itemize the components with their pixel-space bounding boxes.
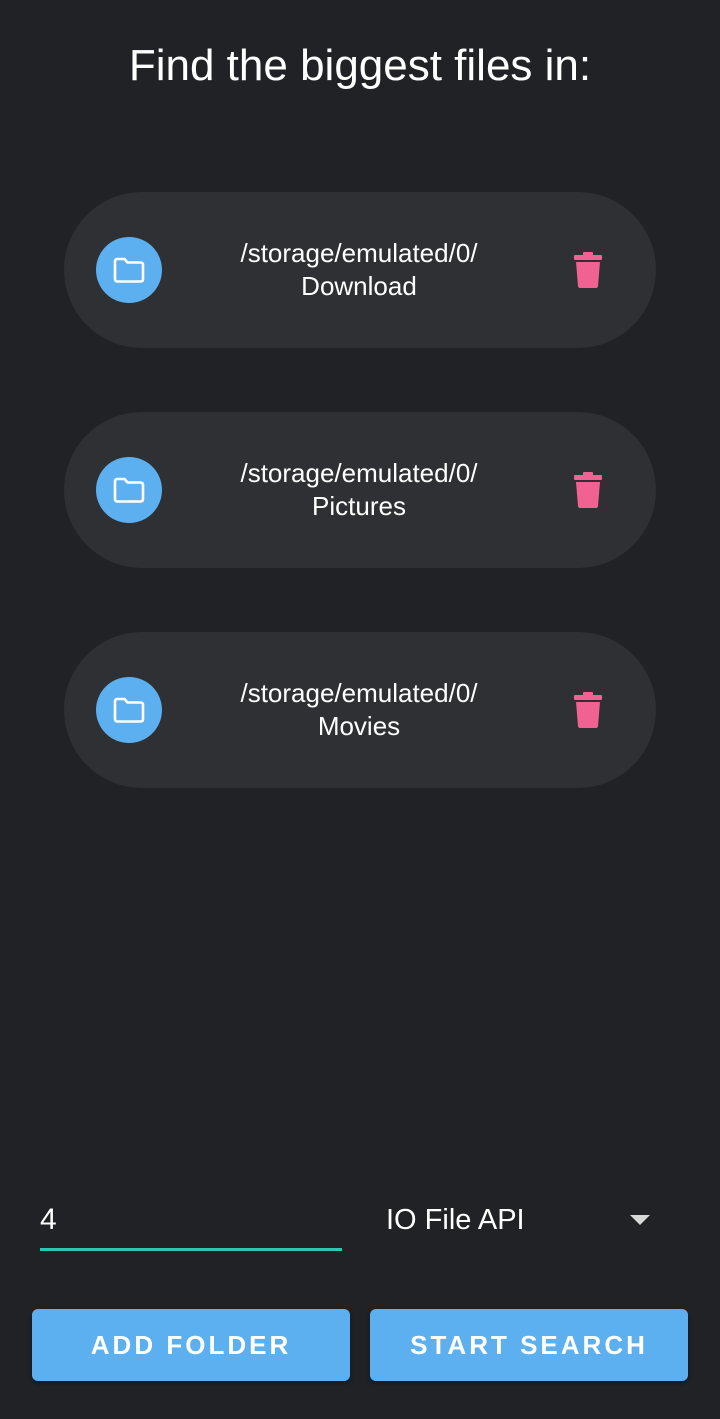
folder-icon <box>96 237 162 303</box>
folder-icon <box>96 457 162 523</box>
chevron-down-icon <box>630 1215 650 1225</box>
depth-input[interactable] <box>40 1196 342 1244</box>
folder-card-download: /storage/emulated/0/ Download <box>64 192 656 348</box>
folder-card-pictures: /storage/emulated/0/ Pictures <box>64 412 656 568</box>
trash-icon <box>574 692 602 728</box>
folder-path: /storage/emulated/0/ Download <box>194 237 524 303</box>
file-api-selected: IO File API <box>386 1204 525 1236</box>
trash-icon <box>574 252 602 288</box>
folder-path-parent: /storage/emulated/0/ <box>240 238 478 268</box>
folder-card-movies: /storage/emulated/0/ Movies <box>64 632 656 788</box>
folder-path: /storage/emulated/0/ Movies <box>194 677 524 743</box>
folder-path-parent: /storage/emulated/0/ <box>240 678 478 708</box>
folder-path-name: Movies <box>317 711 401 741</box>
delete-folder-button[interactable] <box>567 468 609 512</box>
file-api-dropdown[interactable]: IO File API <box>386 1196 656 1244</box>
start-search-button[interactable]: START SEARCH <box>370 1309 688 1381</box>
app-screen: Find the biggest files in: /storage/emul… <box>0 0 720 1419</box>
depth-field <box>40 1196 342 1251</box>
delete-folder-button[interactable] <box>567 688 609 732</box>
add-folder-button[interactable]: ADD FOLDER <box>32 1309 350 1381</box>
folder-path-name: Download <box>301 271 417 301</box>
folder-icon <box>96 677 162 743</box>
folder-path-parent: /storage/emulated/0/ <box>240 458 478 488</box>
delete-folder-button[interactable] <box>567 248 609 292</box>
trash-icon <box>574 472 602 508</box>
folder-path: /storage/emulated/0/ Pictures <box>194 457 524 523</box>
folder-path-name: Pictures <box>312 491 406 521</box>
page-title: Find the biggest files in: <box>128 41 592 90</box>
